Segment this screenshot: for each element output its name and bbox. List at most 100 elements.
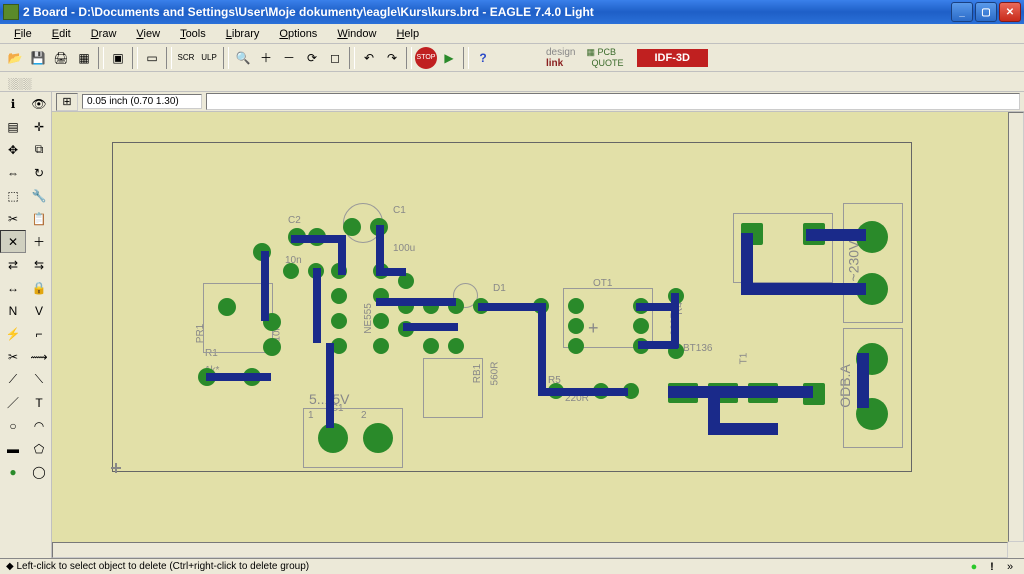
miter-tool[interactable]: ⌐ — [26, 322, 52, 345]
go-button[interactable]: ▶ — [438, 47, 460, 69]
copy-tool[interactable]: ⧉ — [26, 138, 52, 161]
script-button[interactable]: SCR — [175, 47, 197, 69]
layer-tool[interactable]: ▤ — [0, 115, 26, 138]
cut-tool[interactable]: ✂ — [0, 207, 26, 230]
pad — [373, 338, 389, 354]
delete-tool[interactable]: ✕ — [0, 230, 26, 253]
mirror-tool[interactable]: ⇔ — [0, 161, 26, 184]
trace — [708, 423, 778, 435]
status-more-icon[interactable]: » — [1002, 560, 1018, 574]
smash-tool[interactable]: ⚡ — [0, 322, 26, 345]
name-tool[interactable]: N — [0, 299, 26, 322]
save-button[interactable]: 💾 — [27, 47, 49, 69]
menu-edit[interactable]: Edit — [42, 26, 81, 42]
show-tool[interactable]: 👁 — [26, 92, 52, 115]
gateswap-tool[interactable]: ⇆ — [26, 253, 52, 276]
trace — [857, 353, 869, 408]
menu-window[interactable]: Window — [327, 26, 386, 42]
status-errors-icon[interactable]: ! — [984, 560, 1000, 574]
via-tool[interactable]: ● — [0, 460, 26, 483]
cam-button[interactable]: ▦ — [73, 47, 95, 69]
add-tool[interactable]: ＋ — [26, 230, 52, 253]
menu-help[interactable]: Help — [386, 26, 429, 42]
zoom-select-button[interactable]: ◻ — [324, 47, 346, 69]
pad — [331, 313, 347, 329]
title-bar: 2 Board - D:\Documents and Settings\User… — [0, 0, 1024, 24]
move-tool[interactable]: ✥ — [0, 138, 26, 161]
maximize-button[interactable]: ▢ — [975, 2, 997, 22]
trace — [538, 303, 546, 388]
ripup-tool[interactable]: ⟍ — [26, 368, 52, 391]
ulp-button[interactable]: ULP — [198, 47, 220, 69]
label-bt136: BT136 — [683, 343, 712, 354]
pcb-area[interactable]: C1 100u C2 10n D1 LED IC1 NE555 PR1 R1 1… — [52, 112, 1008, 542]
menu-bar: File Edit Draw View Tools Library Option… — [0, 24, 1024, 44]
schematic-button[interactable]: ▭ — [141, 47, 163, 69]
pinswap-tool[interactable]: ⇄ — [0, 253, 26, 276]
comp-rb1-pot — [423, 358, 483, 418]
hole-tool[interactable]: ◯ — [26, 460, 52, 483]
grid-button[interactable]: ⊞ — [56, 93, 78, 111]
replace-tool[interactable]: ↔ — [0, 276, 26, 299]
status-message: ◆ Left-click to select object to delete … — [6, 561, 964, 572]
text-tool[interactable]: T — [26, 391, 52, 414]
stop-button[interactable]: STOP — [415, 47, 437, 69]
pad — [373, 313, 389, 329]
print-button[interactable]: 🖨 — [50, 47, 72, 69]
wire-tool[interactable]: ／ — [0, 391, 26, 414]
toolbar-separator — [132, 47, 138, 69]
value-tool[interactable]: V — [26, 299, 52, 322]
arc-tool[interactable]: ◠ — [26, 414, 52, 437]
change-tool[interactable]: 🔧 — [26, 184, 52, 207]
redo-button[interactable]: ↷ — [381, 47, 403, 69]
trace — [806, 283, 866, 295]
pad — [448, 338, 464, 354]
pad — [283, 263, 299, 279]
zoom-fit-button[interactable]: 🔍 — [232, 47, 254, 69]
command-input[interactable] — [206, 93, 1020, 110]
split-tool[interactable]: ✂ — [0, 345, 26, 368]
undo-button[interactable]: ↶ — [358, 47, 380, 69]
designlink-button[interactable]: designlink — [546, 47, 575, 69]
menu-view[interactable]: View — [126, 26, 170, 42]
zoom-out-button[interactable]: － — [278, 47, 300, 69]
menu-draw[interactable]: Draw — [81, 26, 127, 42]
polygon-tool[interactable]: ⬠ — [26, 437, 52, 460]
rotate-tool[interactable]: ↻ — [26, 161, 52, 184]
coord-bar: ⊞ 0.05 inch (0.70 1.30) — [52, 92, 1024, 112]
trace — [376, 225, 384, 270]
label-c1: C1 — [393, 205, 406, 216]
pcbquote-button[interactable]: ▦ PCB QUOTE — [586, 47, 623, 68]
paste-tool[interactable]: 📋 — [26, 207, 52, 230]
mark-tool[interactable]: ✛ — [26, 115, 52, 138]
board-outline: C1 100u C2 10n D1 LED IC1 NE555 PR1 R1 1… — [112, 142, 912, 472]
toolbar: 📂 💾 🖨 ▦ ▣ ▭ SCR ULP 🔍 ＋ － ⟳ ◻ ↶ ↷ STOP ▶… — [0, 44, 1024, 72]
lock-tool[interactable]: 🔒 — [26, 276, 52, 299]
vertical-scrollbar[interactable] — [1008, 112, 1024, 542]
help-button[interactable]: ? — [472, 47, 494, 69]
rect-tool[interactable]: ▬ — [0, 437, 26, 460]
idf3d-button[interactable]: IDF-3D — [637, 49, 708, 67]
trace — [338, 235, 346, 275]
route-tool[interactable]: ⟋ — [0, 368, 26, 391]
zoom-in-button[interactable]: ＋ — [255, 47, 277, 69]
status-ok-icon[interactable]: ● — [966, 560, 982, 574]
canvas[interactable]: C1 100u C2 10n D1 LED IC1 NE555 PR1 R1 1… — [52, 112, 1024, 558]
info-tool[interactable]: ℹ — [0, 92, 26, 115]
menu-options[interactable]: Options — [269, 26, 327, 42]
group-tool[interactable]: ⬚ — [0, 184, 26, 207]
close-button[interactable]: ✕ — [999, 2, 1021, 22]
open-button[interactable]: 📂 — [4, 47, 26, 69]
optimize-tool[interactable]: ⟿ — [26, 345, 52, 368]
trace — [478, 303, 538, 311]
minimize-button[interactable]: _ — [951, 2, 973, 22]
menu-library[interactable]: Library — [216, 26, 270, 42]
zoom-redraw-button[interactable]: ⟳ — [301, 47, 323, 69]
horizontal-scrollbar[interactable] — [52, 542, 1008, 558]
menu-tools[interactable]: Tools — [170, 26, 216, 42]
tool-palette: ℹ 👁 ▤ ✛ ✥ ⧉ ⇔ ↻ ⬚ 🔧 ✂ 📋 ✕ ＋ ⇄ ⇆ ↔ 🔒 N V … — [0, 92, 52, 558]
circle-tool[interactable]: ○ — [0, 414, 26, 437]
menu-file[interactable]: File — [4, 26, 42, 42]
board-button[interactable]: ▣ — [107, 47, 129, 69]
pad — [343, 218, 361, 236]
